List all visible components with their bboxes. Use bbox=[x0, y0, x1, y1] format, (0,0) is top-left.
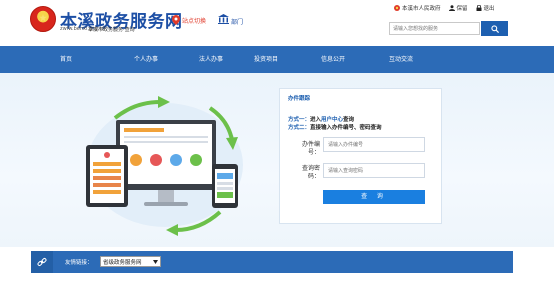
method-two-label: 方式二： bbox=[288, 125, 311, 131]
link-icon-box bbox=[31, 251, 53, 273]
nav-item-personal[interactable]: 个人办事 bbox=[116, 46, 176, 73]
department-link[interactable]: 部门 bbox=[231, 17, 243, 26]
nav-item-home[interactable]: 首页 bbox=[36, 46, 96, 73]
devices-illustration bbox=[86, 96, 243, 236]
case-number-label: 办件编号： bbox=[301, 141, 320, 156]
query-button[interactable]: 查 询 bbox=[323, 190, 425, 204]
method-two-text: 直接输入办件编号、密码查询 bbox=[310, 125, 382, 131]
method-two: 方式二：直接输入办件编号、密码查询 bbox=[288, 123, 382, 131]
gov-icon bbox=[394, 5, 400, 11]
method-one: 方式一：进入用户中心查询 bbox=[288, 115, 354, 123]
top-link-gov-label: 本溪市人民政府 bbox=[402, 6, 441, 12]
search-icon bbox=[490, 24, 499, 33]
nav-item-info-public[interactable]: 信息公开 bbox=[303, 46, 363, 73]
top-link-user-label: 保留 bbox=[456, 6, 468, 12]
nav-item-interaction[interactable]: 互动交流 bbox=[371, 46, 431, 73]
lock-icon bbox=[476, 5, 482, 11]
site-switch-link[interactable]: 站点切换 bbox=[182, 16, 206, 25]
nav-item-investment[interactable]: 投资项目 bbox=[236, 46, 296, 73]
search-button[interactable] bbox=[481, 21, 508, 36]
top-link-gov[interactable]: 本溪市人民政府 bbox=[394, 4, 441, 12]
location-pin-icon bbox=[172, 15, 180, 25]
query-password-input[interactable] bbox=[323, 163, 425, 178]
top-link-user[interactable]: 保留 bbox=[448, 4, 468, 12]
site-subtitle: 本溪市政务服务·查询 bbox=[88, 27, 135, 33]
national-emblem-icon bbox=[30, 6, 56, 32]
top-link-logout-label: 退出 bbox=[483, 6, 495, 12]
query-password-label: 查询密码： bbox=[301, 165, 320, 180]
user-icon bbox=[448, 5, 455, 11]
case-number-input[interactable] bbox=[323, 137, 425, 152]
friend-links-select[interactable]: 省级政务服务网 bbox=[100, 256, 161, 267]
chevron-down-icon bbox=[153, 259, 158, 264]
panel-title: 办件跟踪 bbox=[288, 96, 311, 102]
building-icon bbox=[218, 14, 229, 24]
search-input[interactable] bbox=[389, 22, 480, 35]
top-links: 本溪市人民政府 保留 退出 bbox=[394, 4, 495, 12]
friend-links-label: 友情链接： bbox=[65, 260, 93, 266]
top-link-logout[interactable]: 退出 bbox=[476, 4, 495, 12]
nav-item-corporate[interactable]: 法人办事 bbox=[181, 46, 241, 73]
main-nav: 首页 个人办事 法人办事 投资项目 信息公开 互动交流 bbox=[0, 46, 554, 73]
friend-links-select-value: 省级政务服务网 bbox=[103, 259, 142, 266]
link-icon bbox=[37, 258, 47, 266]
header: 本溪政务服务网 zwfw.benxi.gov.cn 本溪市政务服务·查询 站点切… bbox=[0, 0, 554, 46]
